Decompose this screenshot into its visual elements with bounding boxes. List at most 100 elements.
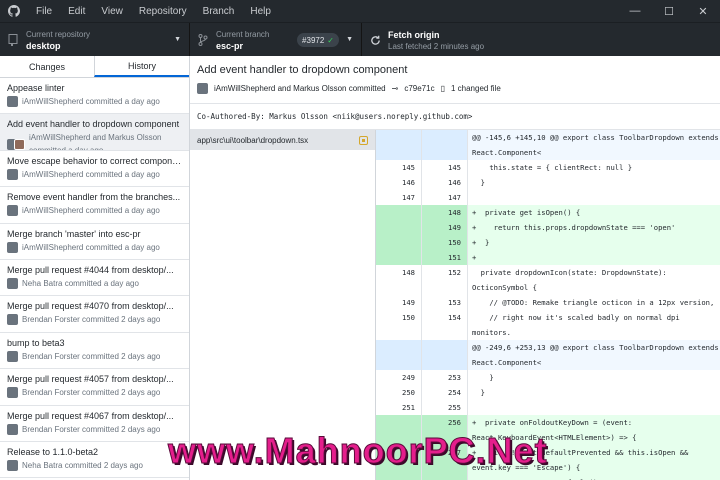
files-changed: 1 changed file: [450, 84, 501, 93]
commit-header: Add event handler to dropdown component …: [190, 56, 720, 104]
list-item[interactable]: Merge pull request #4044 from desktop/..…: [0, 260, 189, 297]
old-line-number: 250: [376, 385, 422, 400]
commit-icon: ⊸: [391, 84, 399, 93]
commit-authors: iAmWillShepherd and Markus Olsson commit…: [214, 84, 386, 93]
diff-code: private dropdownIcon(state: DropdownStat…: [472, 268, 672, 292]
menu-help[interactable]: Help: [242, 6, 279, 17]
diff-line[interactable]: 145 145 this.state = { clientRect: null }: [376, 160, 720, 175]
diff-line[interactable]: 249 253 }: [376, 370, 720, 385]
diff-code: [468, 190, 720, 205]
diff-line[interactable]: 150 154 // right now it's scaled badly on…: [376, 310, 720, 340]
fetch-origin-button[interactable]: Fetch origin Last fetched 2 minutes ago: [362, 23, 522, 57]
commit-title: Merge branch 'master' into esc-pr: [7, 228, 141, 239]
old-line-number: 150: [376, 310, 422, 340]
menu-view[interactable]: View: [93, 6, 131, 17]
sidebar: Changes History Appease linter iAmWillShe…: [0, 56, 190, 480]
repo-value: desktop: [26, 40, 61, 51]
list-item[interactable]: Merge pull request #4070 from desktop/..…: [0, 296, 189, 333]
tab-history[interactable]: History: [94, 56, 189, 77]
pr-badge[interactable]: #3972 ✓: [297, 33, 339, 47]
modified-icon: [359, 135, 368, 145]
diff-line[interactable]: 149 + return this.props.dropdownState ===…: [376, 220, 720, 235]
diff-line[interactable]: 146 146 }: [376, 175, 720, 190]
list-item[interactable]: Appease linter iAmWillShepherd committed …: [0, 78, 189, 115]
diff-code: }: [472, 178, 485, 187]
new-line-number: 145: [422, 160, 468, 175]
minimize-button[interactable]: —: [618, 0, 652, 22]
commit-sha[interactable]: c79e71c: [404, 84, 434, 93]
file-item[interactable]: app\src\ui\toolbar\dropdown.tsx: [190, 130, 375, 150]
toolbar: Current repository desktop ▼ Current bra…: [0, 22, 720, 57]
pr-number: #3972: [302, 35, 325, 45]
commit-meta: Brendan Forster committed 2 days ago: [22, 424, 161, 434]
diff-code: // @TODO: Remake triangle octicon in a 1…: [472, 298, 715, 307]
diff-code: }: [472, 373, 494, 382]
menu-edit[interactable]: Edit: [60, 6, 93, 17]
diff-line[interactable]: 258+ event.preventDefault(): [376, 475, 720, 480]
list-item[interactable]: Merge pull request #4067 from desktop/..…: [0, 406, 189, 442]
fetch-sub: Last fetched 2 minutes ago: [388, 41, 485, 51]
list-item[interactable]: bump to beta3 Brendan Forster committed 2…: [0, 333, 189, 370]
avatar: [197, 83, 208, 94]
diff-view: @@ -145,6 +145,10 @@ export class Toolba…: [376, 130, 720, 480]
avatar: [7, 96, 18, 107]
commit-title: Release to 1.1.0-beta2: [7, 446, 99, 457]
list-item[interactable]: Release to 1.1.0-beta2 Neha Batra committ…: [0, 442, 189, 479]
changed-files-list: app\src\ui\toolbar\dropdown.tsx: [190, 130, 376, 480]
new-line-number: 149: [422, 220, 468, 235]
menu-bar: File Edit View Repository Branch Help — …: [0, 0, 720, 22]
file-diff-icon: ▯: [440, 84, 445, 93]
diff-line[interactable]: 150 + }: [376, 235, 720, 250]
list-item[interactable]: Merge pull request #4057 from desktop/..…: [0, 369, 189, 406]
menu-repository[interactable]: Repository: [131, 6, 195, 17]
diff-line[interactable]: 149 153 // @TODO: Remake triangle octicon…: [376, 295, 720, 310]
commit-meta: iAmWillShepherd committed a day ago: [22, 206, 160, 216]
close-button[interactable]: ✕: [686, 0, 720, 22]
diff-hunk-header[interactable]: @@ -249,6 +253,13 @@ export class Toolba…: [376, 340, 720, 370]
chevron-down-icon: ▼: [346, 36, 353, 43]
old-line-number: [376, 250, 422, 265]
diff-line[interactable]: 148 152 private dropdownIcon(state: Dropd…: [376, 265, 720, 295]
old-line-number: 145: [376, 160, 422, 175]
tab-changes[interactable]: Changes: [0, 56, 94, 77]
commit-meta: iAmWillShepherd committed a day ago: [22, 242, 160, 252]
list-item[interactable]: Merge branch 'master' into esc-pr iAmWill…: [0, 224, 189, 260]
new-line-number: [422, 130, 468, 160]
commit-title: Merge pull request #4070 from desktop/..…: [7, 301, 174, 312]
old-line-number: 251: [376, 400, 422, 415]
commit-title: Merge pull request #4044 from desktop/..…: [7, 264, 174, 275]
maximize-button[interactable]: ☐: [652, 0, 686, 22]
diff-code: + }: [472, 238, 490, 247]
old-line-number: [376, 340, 422, 370]
commit-meta: Brendan Forster committed 2 days ago: [22, 315, 161, 325]
new-line-number: [422, 340, 468, 370]
diff-code: @@ -249,6 +253,13 @@ export class Toolba…: [472, 343, 719, 367]
watermark: www.MahnoorPC.Net: [168, 430, 548, 472]
file-path: app\src\ui\toolbar\dropdown.tsx: [197, 135, 309, 145]
old-line-number: 146: [376, 175, 422, 190]
fetch-label: Fetch origin: [388, 29, 440, 40]
diff-code: + private get isOpen() {: [472, 208, 581, 217]
avatar: [7, 314, 18, 326]
list-item[interactable]: Remove event handler from the branches..…: [0, 187, 189, 224]
menu-branch[interactable]: Branch: [195, 6, 243, 17]
check-icon: ✓: [327, 35, 334, 45]
menu-file[interactable]: File: [28, 6, 60, 17]
diff-line[interactable]: 250 254 }: [376, 385, 720, 400]
list-item[interactable]: Add event handler to dropdown component i…: [0, 114, 189, 151]
list-item[interactable]: Move escape behavior to correct componen…: [0, 151, 189, 188]
diff-code: + event.preventDefault(): [468, 475, 720, 480]
repository-selector[interactable]: Current repository desktop ▼: [0, 23, 190, 57]
commit-meta: Brendan Forster committed 2 days ago: [22, 388, 161, 398]
diff-line[interactable]: 148 + private get isOpen() {: [376, 205, 720, 220]
diff-hunk-header[interactable]: @@ -145,6 +145,10 @@ export class Toolba…: [376, 130, 720, 160]
repo-icon: [0, 34, 26, 46]
avatar: [7, 277, 18, 289]
diff-line[interactable]: 251 255: [376, 400, 720, 415]
branch-selector[interactable]: Current branch esc-pr #3972 ✓ ▼: [190, 23, 362, 57]
diff-line[interactable]: 151 +: [376, 250, 720, 265]
new-line-number: 146: [422, 175, 468, 190]
new-line-number: 148: [422, 205, 468, 220]
avatar: [7, 459, 18, 471]
diff-line[interactable]: 147 147: [376, 190, 720, 205]
